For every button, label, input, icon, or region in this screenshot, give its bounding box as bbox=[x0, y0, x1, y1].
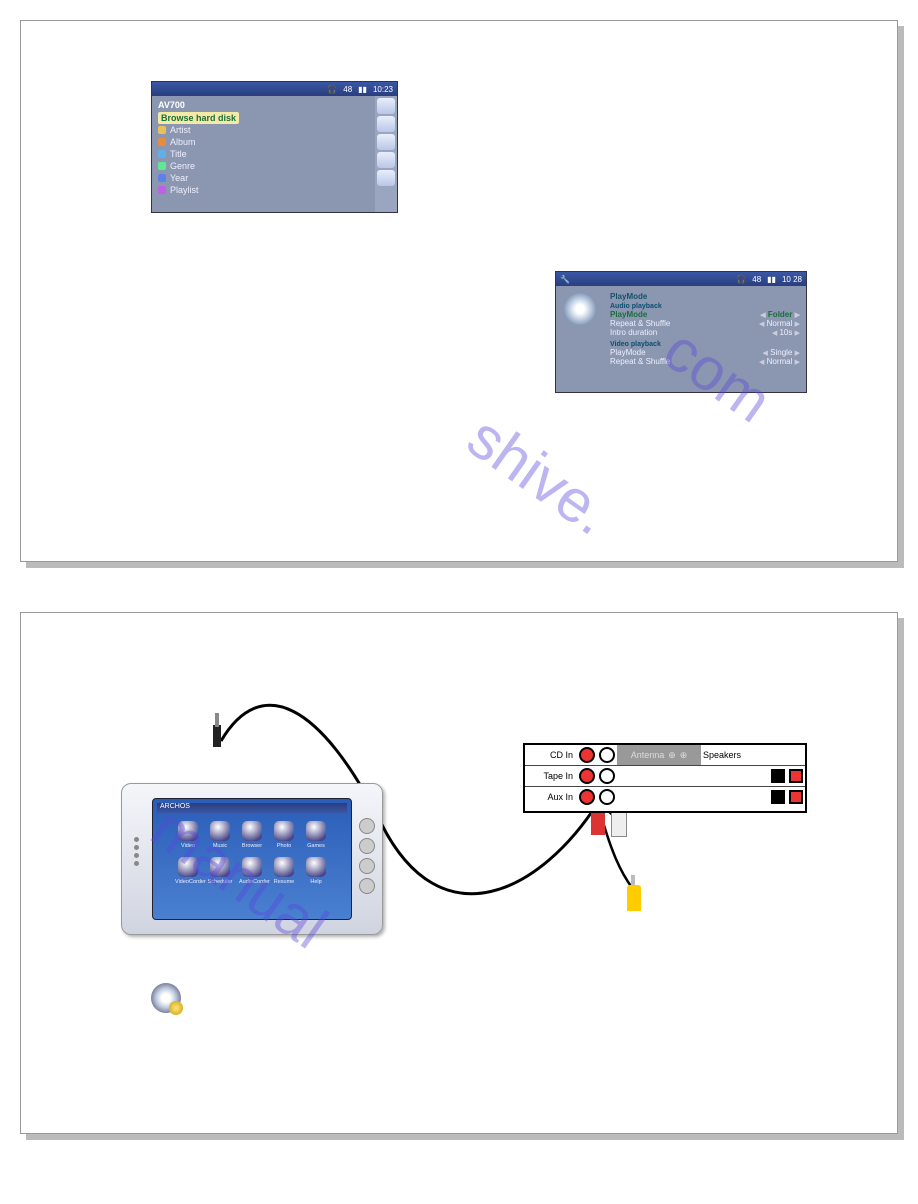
speaker-post[interactable] bbox=[771, 790, 785, 804]
sidebar-button[interactable] bbox=[377, 116, 395, 132]
cd-check-icon bbox=[151, 983, 181, 1013]
speaker-post[interactable] bbox=[789, 790, 803, 804]
rca-plug-yellow bbox=[627, 885, 641, 911]
setting-row-repeat-video[interactable]: Repeat & Shuffle ◀ Normal ▶ bbox=[610, 357, 800, 366]
archos-device: ARCHOS Video Music Browser Photo Games V… bbox=[121, 783, 383, 935]
aux-in-jack-l[interactable] bbox=[599, 789, 615, 805]
clock-value: 10:23 bbox=[373, 85, 393, 94]
menu-item-artist[interactable]: Artist bbox=[158, 124, 391, 136]
home-icon-audiocorder[interactable]: AudioCorder bbox=[239, 857, 265, 885]
home-icon-browser[interactable]: Browser bbox=[239, 821, 265, 849]
aux-in-jack-r[interactable] bbox=[579, 789, 595, 805]
setting-row-playmode-audio[interactable]: PlayMode ◀ Folder ▶ bbox=[610, 310, 800, 319]
settings-heading: PlayMode bbox=[610, 292, 800, 301]
cd-icon bbox=[563, 292, 597, 326]
setting-row-repeat-audio[interactable]: Repeat & Shuffle ◀ Normal ▶ bbox=[610, 319, 800, 328]
music-browser-screen: 🎧 48 ▮▮ 10:23 AV700 Browse hard disk Art… bbox=[151, 81, 398, 213]
side-buttons[interactable] bbox=[358, 814, 376, 898]
home-icon-scheduler[interactable]: Scheduler bbox=[207, 857, 233, 885]
cd-in-jack-r[interactable] bbox=[579, 747, 595, 763]
sidebar-button[interactable] bbox=[377, 152, 395, 168]
sidebar-button[interactable] bbox=[377, 98, 395, 114]
aux-in-label: Aux In bbox=[525, 792, 577, 802]
home-icon-help[interactable]: Help bbox=[303, 857, 329, 885]
speaker-post[interactable] bbox=[789, 769, 803, 783]
browser-title: AV700 bbox=[158, 100, 391, 112]
home-icon-photo[interactable]: Photo bbox=[271, 821, 297, 849]
home-icon-games[interactable]: Games bbox=[303, 821, 329, 849]
tape-in-label: Tape In bbox=[525, 771, 577, 781]
rca-plug-white bbox=[611, 809, 627, 837]
browser-titlebar: 🎧 48 ▮▮ 10:23 bbox=[152, 82, 397, 96]
amplifier-back-panel: CD In Antenna⊕⊕ Speakers Tape In Aux In bbox=[523, 743, 807, 813]
home-icon-videocorder[interactable]: VideoCorder bbox=[175, 857, 201, 885]
menu-item-genre[interactable]: Genre bbox=[158, 160, 391, 172]
watermark-text: shive. bbox=[455, 402, 623, 548]
menu-item-title[interactable]: Title bbox=[158, 148, 391, 160]
battery-value: 48 bbox=[343, 85, 352, 94]
speakers-label: Speakers bbox=[701, 750, 743, 760]
setting-row-playmode-video[interactable]: PlayMode ◀ Single ▶ bbox=[610, 348, 800, 357]
home-icon-resume[interactable]: Resume bbox=[271, 857, 297, 885]
browser-menu: AV700 Browse hard disk Artist Album Titl… bbox=[152, 96, 397, 200]
settings-titlebar: 🔧 🎧 48 ▮▮ 10 28 bbox=[556, 272, 806, 286]
tape-in-jack-l[interactable] bbox=[599, 768, 615, 784]
speaker-post[interactable] bbox=[771, 769, 785, 783]
dpad[interactable] bbox=[128, 834, 144, 874]
menu-item-year[interactable]: Year bbox=[158, 172, 391, 184]
video-section-label: Video playback bbox=[610, 341, 800, 348]
clock-value: 10 28 bbox=[782, 275, 802, 284]
cd-in-label: CD In bbox=[525, 750, 577, 760]
device-brand: ARCHOS bbox=[157, 803, 347, 813]
antenna-section: Antenna⊕⊕ bbox=[617, 745, 701, 765]
battery-value: 48 bbox=[752, 275, 761, 284]
sidebar-button[interactable] bbox=[377, 170, 395, 186]
battery-icon: ▮▮ bbox=[358, 85, 367, 94]
browser-highlight[interactable]: Browse hard disk bbox=[158, 112, 239, 124]
headphone-icon: 🎧 bbox=[736, 275, 746, 284]
browser-sidebar bbox=[375, 96, 397, 212]
headphone-icon: 🎧 bbox=[327, 85, 337, 94]
setting-row-intro[interactable]: Intro duration ◀ 10s ▶ bbox=[610, 328, 800, 337]
wrench-icon: 🔧 bbox=[560, 275, 570, 284]
battery-icon: ▮▮ bbox=[767, 275, 776, 284]
cd-in-jack-l[interactable] bbox=[599, 747, 615, 763]
menu-item-playlist[interactable]: Playlist bbox=[158, 184, 391, 196]
home-icon-video[interactable]: Video bbox=[175, 821, 201, 849]
tape-in-jack-r[interactable] bbox=[579, 768, 595, 784]
sidebar-button[interactable] bbox=[377, 134, 395, 150]
playmode-settings-screen: 🔧 🎧 48 ▮▮ 10 28 PlayMode Audio playback … bbox=[555, 271, 807, 393]
home-icon-music[interactable]: Music bbox=[207, 821, 233, 849]
menu-item-album[interactable]: Album bbox=[158, 136, 391, 148]
audio-section-label: Audio playback bbox=[610, 303, 800, 310]
